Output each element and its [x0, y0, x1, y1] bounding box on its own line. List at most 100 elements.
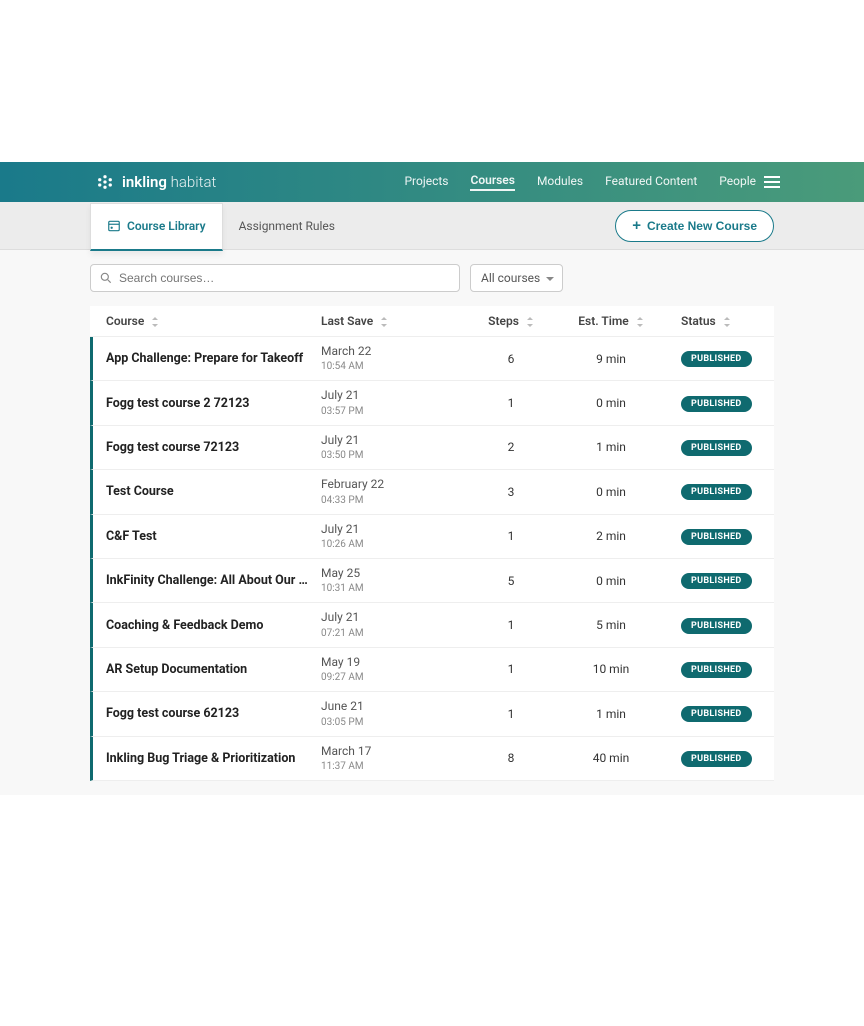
table-body: App Challenge: Prepare for TakeoffMarch …	[90, 337, 774, 781]
row-last-save: July 2107:21 AM	[321, 610, 461, 639]
hamburger-icon[interactable]	[764, 176, 780, 188]
row-title: InkFinity Challenge: All About Our In…	[106, 573, 321, 588]
table-row[interactable]: Inkling Bug Triage & PrioritizationMarch…	[90, 737, 774, 781]
row-title: Coaching & Feedback Demo	[106, 618, 321, 633]
row-last-save: February 2204:33 PM	[321, 477, 461, 506]
row-steps: 1	[461, 618, 561, 632]
sub-nav: Course LibraryAssignment Rules + Create …	[0, 202, 864, 250]
search-box[interactable]	[90, 264, 460, 292]
row-steps: 1	[461, 396, 561, 410]
row-status: PUBLISHED	[661, 350, 762, 367]
sort-icon	[526, 317, 534, 327]
row-status: PUBLISHED	[661, 395, 762, 412]
create-course-button[interactable]: + Create New Course	[615, 210, 774, 242]
table-row[interactable]: C&F TestJuly 2110:26 AM12 minPUBLISHED	[90, 515, 774, 559]
row-title: Inkling Bug Triage & Prioritization	[106, 751, 321, 766]
tab-assignment-rules[interactable]: Assignment Rules	[223, 202, 351, 250]
row-steps: 1	[461, 707, 561, 721]
row-title: Fogg test course 72123	[106, 440, 321, 455]
table-row[interactable]: Fogg test course 62123June 2103:05 PM11 …	[90, 692, 774, 736]
row-last-save: March 2210:54 AM	[321, 344, 461, 373]
table-row[interactable]: Fogg test course 72123July 2103:50 PM21 …	[90, 426, 774, 470]
col-header-status[interactable]: Status	[661, 314, 762, 328]
row-status: PUBLISHED	[661, 750, 762, 767]
course-table: Course Last Save Steps Est. Time	[90, 306, 774, 781]
nav-item-people[interactable]: People	[719, 174, 756, 190]
row-status: PUBLISHED	[661, 483, 762, 500]
table-row[interactable]: Fogg test course 2 72123July 2103:57 PM1…	[90, 381, 774, 425]
table-row[interactable]: InkFinity Challenge: All About Our In…Ma…	[90, 559, 774, 603]
row-est-time: 0 min	[561, 396, 661, 410]
col-header-est-time[interactable]: Est. Time	[561, 314, 661, 328]
search-row: All courses	[90, 264, 774, 292]
nav-item-projects[interactable]: Projects	[404, 174, 448, 190]
row-status: PUBLISHED	[661, 528, 762, 545]
status-badge: PUBLISHED	[681, 573, 752, 589]
status-badge: PUBLISHED	[681, 440, 752, 456]
row-title: C&F Test	[106, 529, 321, 544]
sort-icon	[380, 317, 388, 327]
tab-course-library[interactable]: Course Library	[90, 203, 223, 251]
status-badge: PUBLISHED	[681, 351, 752, 367]
nav-links: Projects Courses Modules Featured Content Pe…	[404, 173, 756, 191]
filter-selected-label: All courses	[481, 271, 540, 285]
row-title: App Challenge: Prepare for Takeoff	[106, 351, 321, 366]
nav-item-courses[interactable]: Courses	[470, 173, 514, 191]
row-last-save: May 2510:31 AM	[321, 566, 461, 595]
brand-light: habitat	[171, 173, 217, 191]
status-badge: PUBLISHED	[681, 662, 752, 678]
row-est-time: 0 min	[561, 574, 661, 588]
sort-icon	[723, 317, 731, 327]
row-status: PUBLISHED	[661, 705, 762, 722]
logo-icon	[96, 173, 114, 191]
sort-icon	[151, 317, 159, 327]
status-badge: PUBLISHED	[681, 529, 752, 545]
col-header-last-save[interactable]: Last Save	[321, 314, 461, 328]
status-badge: PUBLISHED	[681, 706, 752, 722]
table-row[interactable]: App Challenge: Prepare for TakeoffMarch …	[90, 337, 774, 381]
row-est-time: 10 min	[561, 662, 661, 676]
row-status: PUBLISHED	[661, 617, 762, 634]
row-last-save: March 1711:37 AM	[321, 744, 461, 773]
row-last-save: May 1909:27 AM	[321, 655, 461, 684]
row-est-time: 0 min	[561, 485, 661, 499]
plus-icon: +	[632, 218, 641, 233]
row-steps: 2	[461, 440, 561, 454]
subtabs: Course LibraryAssignment Rules	[90, 202, 351, 250]
nav-item-modules[interactable]: Modules	[537, 174, 583, 190]
col-header-course[interactable]: Course	[106, 314, 321, 328]
row-steps: 8	[461, 751, 561, 765]
col-header-steps[interactable]: Steps	[461, 314, 561, 328]
status-badge: PUBLISHED	[681, 484, 752, 500]
brand-logo: inkling habitat	[96, 173, 216, 191]
row-est-time: 1 min	[561, 707, 661, 721]
row-title: Fogg test course 62123	[106, 706, 321, 721]
search-input[interactable]	[119, 271, 451, 285]
row-last-save: July 2103:57 PM	[321, 388, 461, 417]
row-steps: 6	[461, 352, 561, 366]
row-title: Test Course	[106, 484, 321, 499]
row-est-time: 40 min	[561, 751, 661, 765]
row-last-save: June 2103:05 PM	[321, 699, 461, 728]
status-badge: PUBLISHED	[681, 396, 752, 412]
top-nav: inkling habitat Projects Courses Modules Fe…	[0, 162, 864, 202]
library-icon	[107, 219, 121, 233]
filter-select[interactable]: All courses	[470, 264, 563, 292]
table-row[interactable]: Coaching & Feedback DemoJuly 2107:21 AM1…	[90, 603, 774, 647]
row-est-time: 2 min	[561, 529, 661, 543]
sort-icon	[636, 317, 644, 327]
row-steps: 3	[461, 485, 561, 499]
nav-item-featured-content[interactable]: Featured Content	[605, 174, 697, 190]
table-row[interactable]: Test CourseFebruary 2204:33 PM30 min PUBL…	[90, 470, 774, 514]
row-title: AR Setup Documentation	[106, 662, 321, 677]
table-row[interactable]: AR Setup DocumentationMay 1909:27 AM110 …	[90, 648, 774, 692]
create-course-label: Create New Course	[647, 219, 757, 233]
status-badge: PUBLISHED	[681, 618, 752, 634]
content-area: All courses Course Last Save Steps	[0, 250, 864, 795]
row-steps: 1	[461, 529, 561, 543]
brand-strong: inkling	[122, 173, 167, 191]
row-title: Fogg test course 2 72123	[106, 396, 321, 411]
row-status: PUBLISHED	[661, 572, 762, 589]
search-icon	[99, 271, 113, 285]
row-est-time: 1 min	[561, 440, 661, 454]
